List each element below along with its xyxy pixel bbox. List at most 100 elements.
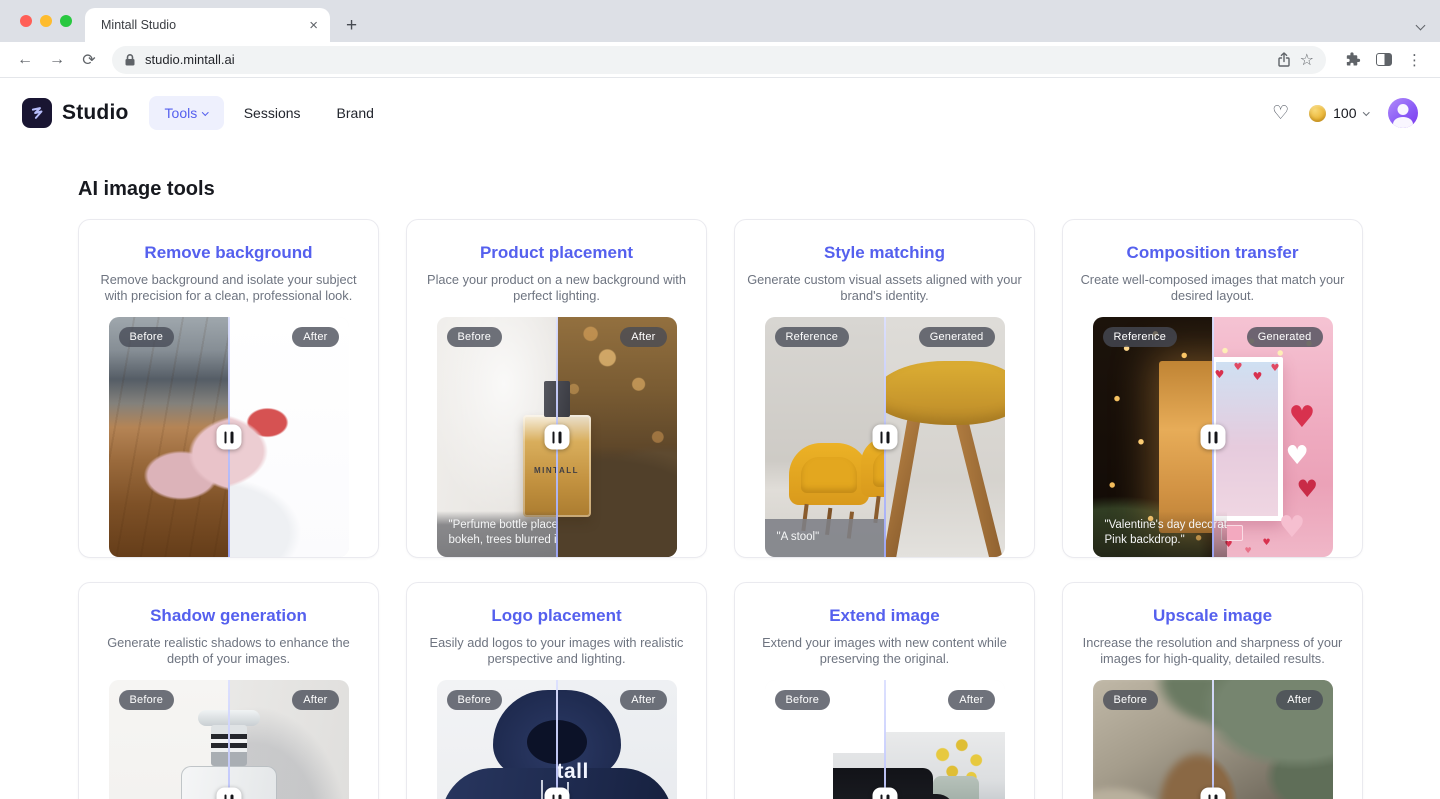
comparison-slider-handle[interactable] (544, 425, 569, 450)
before-after-comparison: tall Before After (437, 680, 677, 799)
after-pane: MINTALL (557, 317, 677, 557)
tool-card-shadow-generation[interactable]: Shadow generation Generate realistic sha… (78, 582, 379, 799)
bottle-brand-text: MINTALL (523, 466, 557, 475)
user-avatar[interactable] (1388, 98, 1418, 128)
after-label: After (948, 690, 994, 710)
card-title: Style matching (735, 243, 1034, 263)
tool-card-style-matching[interactable]: Style matching Generate custom visual as… (734, 219, 1035, 558)
comparison-slider-handle[interactable] (872, 425, 897, 450)
reference-label: Reference (775, 327, 850, 347)
before-after-comparison: MINTALL MINTALL Before After (109, 680, 349, 799)
comparison-divider (556, 680, 558, 799)
browser-tab[interactable]: Mintall Studio × (85, 8, 330, 42)
lock-icon[interactable] (124, 53, 136, 67)
main-content: AI image tools Remove background Remove … (0, 178, 1440, 799)
side-panel-icon[interactable] (1376, 53, 1392, 66)
reload-button[interactable]: ⟳ (74, 50, 104, 70)
tool-card-upscale-image[interactable]: Upscale image Increase the resolution an… (1062, 582, 1363, 799)
tab-search-chevron-icon[interactable] (1417, 16, 1424, 34)
browser-toolbar: ← → ⟳ studio.mintall.ai ☆ ⋮ (0, 42, 1440, 78)
after-label: After (620, 690, 666, 710)
comparison-slider-handle[interactable] (1200, 425, 1225, 450)
card-description: Extend your images with new content whil… (746, 635, 1024, 667)
tool-card-extend-image[interactable]: Extend image Extend your images with new… (734, 582, 1035, 799)
generated-pane (885, 317, 1005, 557)
app-title: Studio (62, 101, 129, 125)
after-image (229, 317, 349, 557)
close-window-button[interactable] (20, 15, 32, 27)
nav-sessions[interactable]: Sessions (228, 96, 317, 130)
tab-title: Mintall Studio (101, 18, 309, 32)
generated-image (885, 317, 1005, 557)
card-description: Remove background and isolate your subje… (90, 272, 368, 304)
share-icon[interactable] (1277, 52, 1291, 68)
chevron-down-icon (1363, 109, 1369, 115)
browser-menu-icon[interactable]: ⋮ (1407, 51, 1422, 69)
card-description: Increase the resolution and sharpness of… (1074, 635, 1352, 667)
before-after-comparison: "A stool" Reference Generated (765, 317, 1005, 557)
comparison-slider-handle[interactable] (1200, 788, 1225, 799)
back-button[interactable]: ← (10, 51, 40, 69)
maximize-window-button[interactable] (60, 15, 72, 27)
before-pane (109, 317, 229, 557)
hoodie-body (441, 768, 557, 799)
credits-dropdown[interactable]: 100 (1309, 105, 1368, 122)
heart-decoration (1271, 364, 1280, 374)
comparison-slider-handle[interactable] (872, 788, 897, 799)
tab-close-icon[interactable]: × (309, 17, 318, 34)
prompt-caption: "A stool" (765, 519, 885, 557)
favorites-heart-icon[interactable]: ♡ (1272, 102, 1289, 125)
stool-leg (955, 418, 1004, 557)
tool-card-product-placement[interactable]: Product placement Place your product on … (406, 219, 707, 558)
comparison-divider (884, 680, 886, 799)
comparison-slider-handle[interactable] (216, 425, 241, 450)
nav-brand[interactable]: Brand (321, 96, 390, 130)
heart-decoration (1263, 539, 1271, 548)
chevron-down-icon (202, 109, 208, 115)
after-label: After (1276, 690, 1322, 710)
mintall-logo[interactable] (22, 98, 52, 128)
new-tab-button[interactable]: + (346, 16, 357, 35)
photo-scene: mintall (885, 732, 1005, 799)
comparison-slider-handle[interactable] (216, 788, 241, 799)
comparison-divider (228, 680, 230, 799)
nav-tools[interactable]: Tools (149, 96, 224, 130)
generated-image (1213, 317, 1333, 557)
before-label: Before (447, 690, 503, 710)
bookmark-star-icon[interactable]: ☆ (1300, 50, 1314, 70)
before-label: Before (119, 690, 175, 710)
card-description: Generate realistic shadows to enhance th… (90, 635, 368, 667)
before-after-comparison: Before After (1093, 680, 1333, 799)
stool-seat (885, 361, 1005, 425)
extensions-puzzle-icon[interactable] (1344, 51, 1361, 68)
before-after-comparison: "Valentine's day decorat Pink backdrop."… (1093, 317, 1333, 557)
heart-decoration (1297, 477, 1319, 501)
generated-label: Generated (1247, 327, 1323, 347)
forward-button[interactable]: → (42, 51, 72, 69)
tool-card-remove-background[interactable]: Remove background Remove background and … (78, 219, 379, 558)
card-title: Upscale image (1063, 606, 1362, 626)
card-title: Remove background (79, 243, 378, 263)
nav-tools-label: Tools (165, 105, 198, 121)
heart-decoration (1279, 513, 1306, 543)
tool-card-logo-placement[interactable]: Logo placement Easily add logos to your … (406, 582, 707, 799)
before-image (109, 317, 229, 557)
heart-decoration (1245, 547, 1252, 555)
credits-count: 100 (1333, 105, 1356, 121)
minimize-window-button[interactable] (40, 15, 52, 27)
comparison-slider-handle[interactable] (544, 788, 569, 799)
generated-label: Generated (919, 327, 995, 347)
after-label: After (292, 690, 338, 710)
before-label: Before (119, 327, 175, 347)
card-description: Place your product on a new background w… (418, 272, 696, 304)
bottle-brand-text: MINTALL (557, 466, 591, 475)
before-label: Before (775, 690, 831, 710)
tool-card-composition-transfer[interactable]: Composition transfer Create well-compose… (1062, 219, 1363, 558)
address-bar[interactable]: studio.mintall.ai ☆ (112, 46, 1326, 74)
generated-pane (1213, 317, 1333, 557)
yellow-chair (789, 443, 869, 505)
squiggle-logo-icon (28, 104, 46, 122)
window-controls (20, 15, 72, 27)
url-text: studio.mintall.ai (145, 52, 235, 67)
browser-chrome: Mintall Studio × + ← → ⟳ studio.mintall.… (0, 0, 1440, 78)
